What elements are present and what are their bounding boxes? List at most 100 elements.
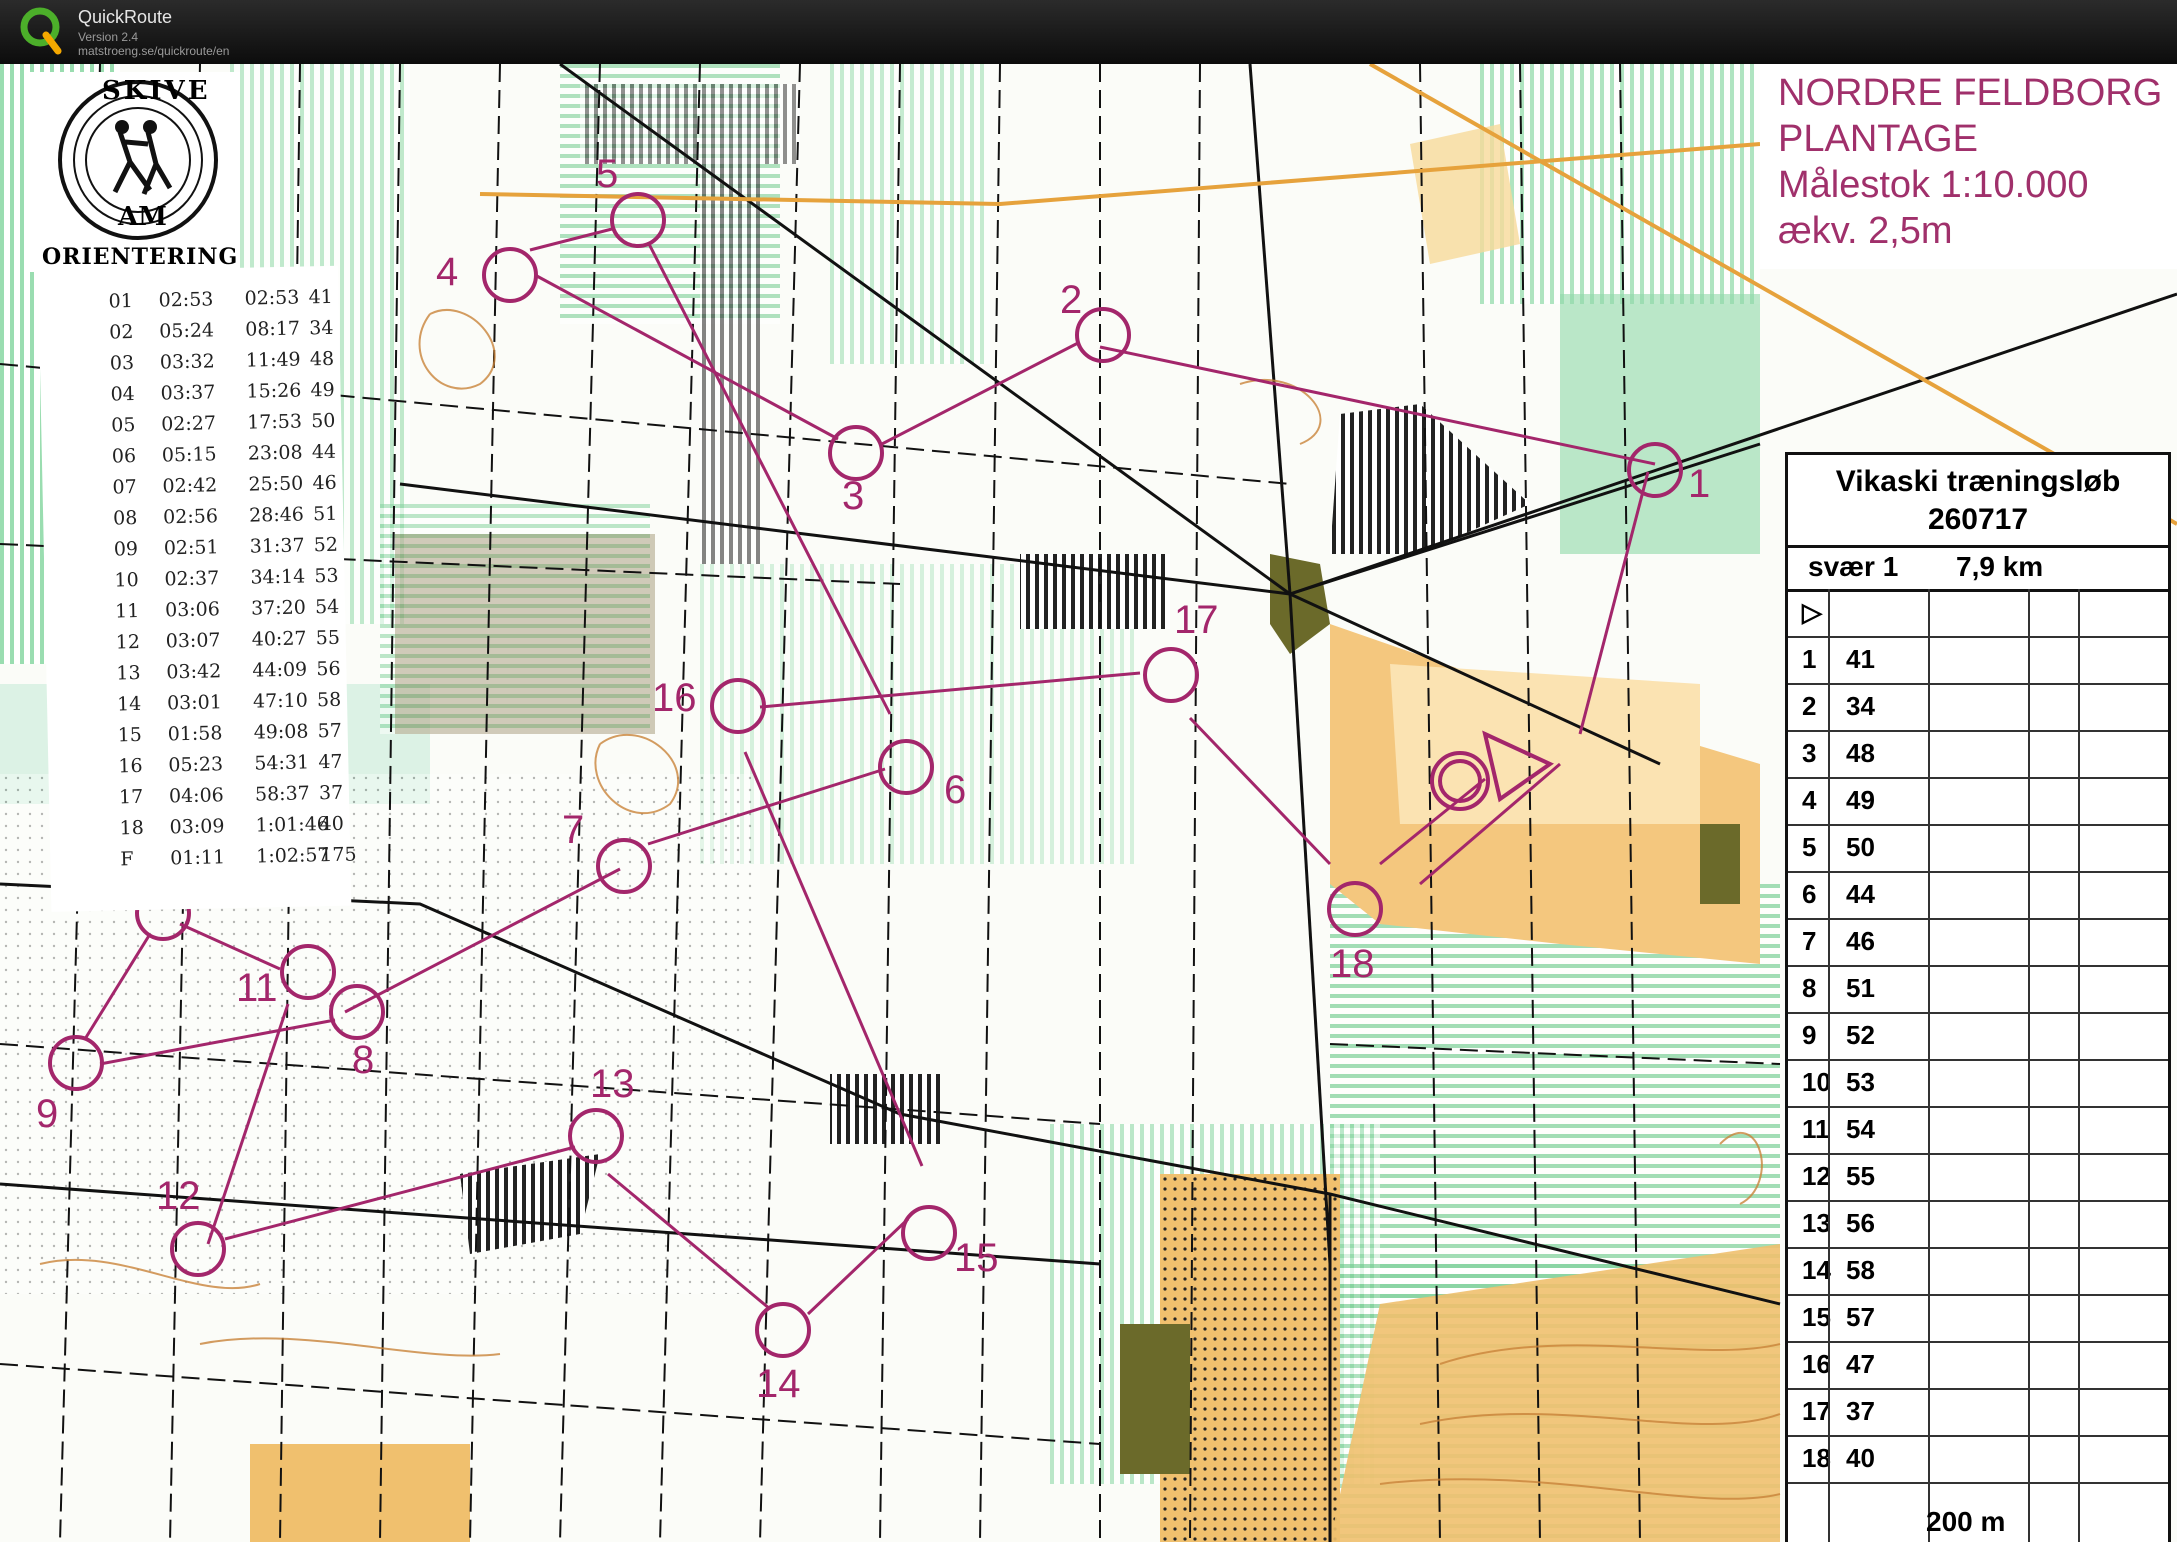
split-total: 31:37	[249, 534, 305, 558]
cd-control-code: 55	[1846, 1161, 1875, 1191]
split-total: 28:46	[248, 503, 305, 527]
cd-control-number: 13	[1802, 1208, 1831, 1238]
control-label: 3	[842, 474, 865, 518]
split-code: 46	[312, 471, 337, 495]
cd-row: 10 53	[1788, 1059, 2168, 1108]
cd-row: 14 58	[1788, 1247, 2168, 1296]
cd-row: 8 51	[1788, 965, 2168, 1014]
cd-control-number: 2	[1802, 691, 1817, 721]
split-code: 57	[317, 719, 343, 743]
cd-control-number: 7	[1802, 926, 1817, 956]
split-row: 03 03:32 11:49 48	[40, 348, 340, 381]
split-leg: 12	[115, 630, 141, 654]
cd-control-number: 4	[1802, 785, 1817, 815]
split-leg: 05	[111, 413, 136, 437]
split-split: 03:01	[166, 691, 223, 715]
split-leg: 07	[112, 475, 137, 499]
orienteering-map[interactable]: 1 2 3 4 5 6 7 8 9 10 11 12 13 14 15 16 1…	[0, 64, 2177, 1542]
control-label: 13	[590, 1062, 635, 1106]
control-label: 17	[1174, 598, 1219, 642]
map-title-line2: PLANTAGE	[1778, 118, 1978, 160]
cd-class-row: svær 1 7,9 km	[1788, 545, 2168, 592]
cd-control-number: 6	[1802, 879, 1817, 909]
split-leg: 18	[119, 816, 145, 840]
split-code: 50	[310, 409, 336, 433]
split-total: 15:26	[246, 379, 302, 403]
cd-grid-line	[1928, 589, 1930, 1542]
split-split: 02:53	[158, 288, 214, 312]
split-code: 58	[316, 688, 342, 712]
cd-control-code: 48	[1846, 738, 1875, 768]
split-total: 40:27	[251, 627, 307, 651]
split-total: 54:31	[254, 751, 310, 775]
split-split: 02:51	[163, 536, 219, 560]
cd-row: 5 50	[1788, 824, 2168, 873]
cd-control-number: 3	[1802, 738, 1817, 768]
cd-length: 7,9 km	[1956, 551, 2044, 582]
split-row: 02 05:24 08:17 34	[39, 317, 339, 350]
split-split: 03:06	[164, 598, 221, 622]
split-split: 03:42	[166, 660, 222, 684]
split-row: F 01:11 1:02:57 175	[50, 843, 357, 877]
map-title-line1: NORDRE FELDBORG	[1778, 72, 2163, 114]
cd-control-code: 49	[1846, 785, 1875, 815]
title-bar: QuickRoute Version 2.4 matstroeng.se/qui…	[0, 0, 2177, 64]
cd-control-code: 53	[1846, 1067, 1875, 1097]
split-times-table: 01 02:53 02:53 41 02 05:24 08:17 34 03 03:32 11:49…	[38, 265, 357, 912]
split-row: 13 03:42 44:09 56	[46, 658, 346, 691]
map-contour-interval: ækv. 2,5m	[1778, 210, 1953, 252]
control-label: 15	[954, 1236, 999, 1280]
cd-control-number: 18	[1802, 1443, 1831, 1473]
split-row: 09 02:51 31:37 52	[44, 534, 344, 567]
cd-control-code: 47	[1846, 1349, 1875, 1379]
split-split: 03:32	[159, 350, 215, 374]
cd-control-number: 12	[1802, 1161, 1831, 1191]
control-label: 14	[756, 1362, 801, 1406]
control-label: 5	[596, 152, 619, 196]
split-split: 05:24	[159, 319, 215, 343]
split-row: 12 03:07 40:27 55	[46, 627, 346, 660]
split-total: 02:53	[244, 286, 300, 310]
cd-control-code: 51	[1846, 973, 1875, 1003]
control-label: 1	[1688, 462, 1711, 506]
split-split: 03:37	[160, 381, 216, 405]
cd-row: 16 47	[1788, 1341, 2168, 1390]
cd-row: 11 54	[1788, 1106, 2168, 1155]
cd-row: 4 49	[1788, 777, 2168, 826]
cd-control-code: 41	[1846, 644, 1875, 674]
logo-mid-text: AM	[118, 202, 167, 232]
split-row: 15 01:58 49:08 57	[48, 720, 348, 753]
control-description-sheet: Vikaski træningsløb 260717 svær 1 7,9 km…	[1785, 452, 2171, 1542]
split-total: 08:17	[245, 317, 301, 341]
cd-control-number: 17	[1802, 1396, 1831, 1426]
split-code: 34	[309, 316, 334, 340]
cd-control-number: 5	[1802, 832, 1817, 862]
cd-control-number: 8	[1802, 973, 1817, 1003]
control-label: 8	[352, 1038, 375, 1082]
split-split: 03:07	[165, 629, 221, 653]
cd-control-number: 16	[1802, 1349, 1831, 1379]
split-split: 05:15	[161, 443, 217, 467]
cd-control-number: 10	[1802, 1067, 1831, 1097]
split-total: 1:02:57	[256, 844, 330, 868]
control-label: 11	[236, 966, 278, 1010]
control-label: 6	[944, 768, 967, 812]
club-logo: SKIVE AM ORIENTERING	[30, 72, 240, 272]
app-url[interactable]: matstroeng.se/quickroute/en	[78, 44, 229, 58]
split-code: 175	[320, 843, 357, 867]
cd-class: svær 1	[1808, 551, 1899, 582]
control-label: 16	[652, 676, 697, 720]
cd-control-code: 56	[1846, 1208, 1875, 1238]
split-row: 14 03:01 47:10 58	[47, 689, 347, 722]
split-code: 55	[315, 626, 341, 650]
cd-row: 17 37	[1788, 1388, 2168, 1437]
split-total: 25:50	[248, 472, 304, 496]
split-code: 37	[318, 781, 344, 805]
split-leg: 08	[112, 506, 138, 530]
cd-control-number: 1	[1802, 644, 1817, 674]
split-code: 52	[313, 533, 339, 557]
split-leg: 13	[116, 661, 141, 685]
split-row: 04 03:37 15:26 49	[40, 379, 340, 412]
split-total: 34:14	[250, 565, 306, 589]
cd-row: 15 57	[1788, 1294, 2168, 1343]
